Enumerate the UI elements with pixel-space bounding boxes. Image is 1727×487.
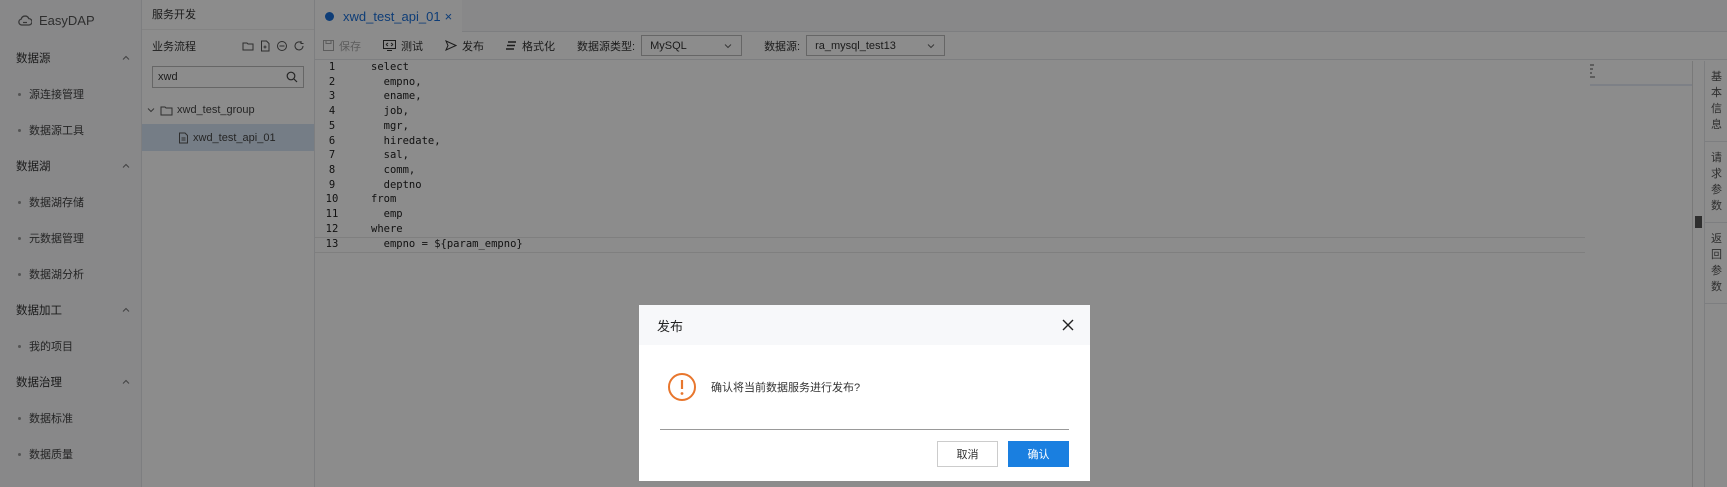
confirm-button[interactable]: 确认 [1008,441,1069,467]
dialog-header: 发布 [639,305,1090,345]
dialog-footer: 取消 确认 [639,430,1090,467]
dialog-title: 发布 [657,318,684,334]
publish-confirm-dialog: 发布 确认将当前数据服务进行发布? 取消 确认 [639,305,1090,481]
cancel-button[interactable]: 取消 [937,441,998,467]
warning-icon [668,373,696,401]
close-icon[interactable] [1062,319,1074,331]
dialog-message: 确认将当前数据服务进行发布? [711,382,861,394]
dialog-body: 确认将当前数据服务进行发布? [639,345,1090,429]
